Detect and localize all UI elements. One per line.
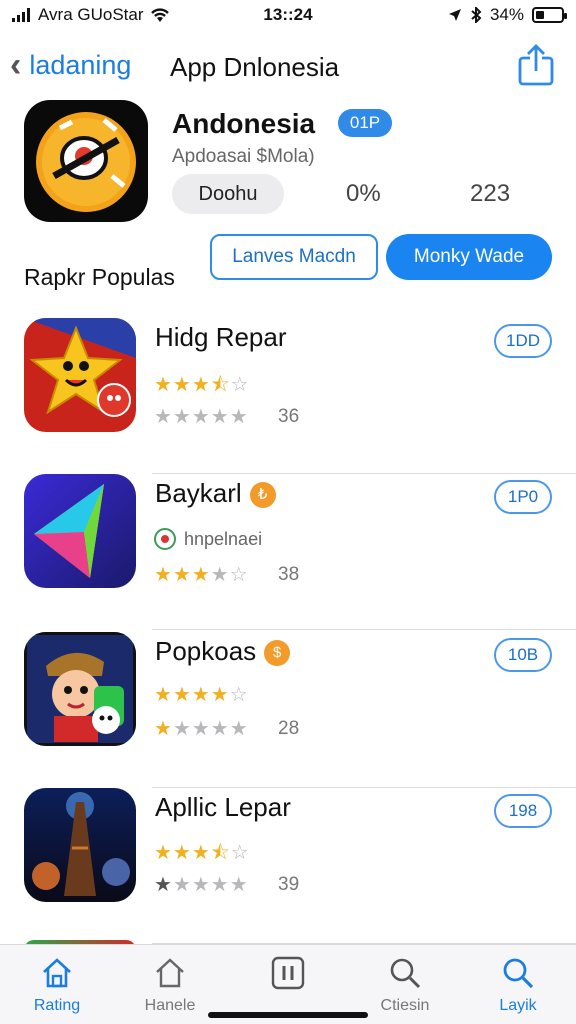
get-button[interactable]: 1P0 <box>494 480 552 514</box>
primary-action-button[interactable]: Monky Wade <box>386 234 552 280</box>
rating-stars: ★★★⯪☆ <box>154 374 250 396</box>
nav-bar: ‹ ladaning App Dnlonesia <box>0 38 576 94</box>
rating-count: 36 <box>278 406 300 427</box>
home-outline-icon <box>156 958 184 988</box>
chevron-left-icon: ‹ <box>10 46 22 84</box>
pause-icon <box>271 956 305 990</box>
tab-label: Rating <box>33 997 81 1014</box>
badge-icon: $ <box>264 640 291 667</box>
page-title: App Dnlonesia <box>170 52 340 82</box>
location-icon <box>448 9 461 21</box>
back-label: ladaning <box>29 50 132 80</box>
app-name: Hidg Repar <box>155 322 287 352</box>
get-button[interactable]: 10B <box>494 638 552 672</box>
tab-rating[interactable]: Rating <box>2 953 112 1015</box>
developer-info: hnpelnaei <box>154 528 262 550</box>
tab-middle[interactable] <box>233 953 343 997</box>
list-item[interactable]: Apllic Lepar 198 ★★★⯪☆ ★★★★★ 39 <box>0 788 576 944</box>
rating-stars: ★★★★☆ <box>154 684 249 706</box>
share-icon[interactable] <box>516 44 556 86</box>
get-button[interactable]: 198 <box>494 794 552 828</box>
get-button[interactable]: Doohu <box>172 174 284 214</box>
tower-icon <box>24 788 136 902</box>
developer-icon <box>154 528 176 550</box>
list-item[interactable]: Baykarl ₺ 1P0 hnpelnaei ★★★★☆ 38 <box>0 474 576 630</box>
rating-count: 38 <box>278 564 300 585</box>
get-button[interactable]: 1DD <box>494 324 552 358</box>
app-badge: 01P <box>338 109 392 137</box>
app-name: Baykarl ₺ <box>155 478 276 509</box>
list-item[interactable]: Popkoas $ 10B ★★★★☆ ★★★★★ 28 <box>0 632 576 788</box>
search-icon <box>390 958 421 989</box>
rating-stars: ★★★★★ <box>154 874 249 896</box>
battery-percent: 34% <box>489 5 524 24</box>
divider <box>152 629 576 630</box>
section-title: Rapkr Populas <box>24 264 175 290</box>
stat-count: 223 <box>470 180 511 207</box>
list-item[interactable]: Hidg Repar 1DD ★★★⯪☆ ★★★★★ 36 <box>0 318 576 474</box>
rating-stars: ★★★⯪☆ <box>154 842 250 864</box>
rating-count: 39 <box>278 874 300 895</box>
stat-percent: 0% <box>346 180 381 207</box>
back-button[interactable]: ‹ ladaning <box>10 46 131 85</box>
bluetooth-icon <box>471 7 482 23</box>
search-icon <box>503 958 534 989</box>
rating-stars: ★★★★★ <box>154 718 249 740</box>
tab-ctiesin[interactable]: Ctiesin <box>350 953 460 1015</box>
home-indicator <box>208 1012 368 1018</box>
battery-icon <box>532 7 567 23</box>
cartoon-character-icon <box>24 632 136 746</box>
tab-layik[interactable]: Layik <box>463 953 573 1015</box>
tab-label: Layik <box>499 997 537 1014</box>
app-name: Andonesia <box>172 108 316 139</box>
rating-count: 28 <box>278 718 300 739</box>
rating-stars: ★★★★☆ <box>154 564 249 586</box>
badge-icon: ₺ <box>249 482 276 509</box>
developer-name: hnpelnaei <box>184 528 263 549</box>
app-name: Apllic Lepar <box>155 792 291 822</box>
prism-icon <box>24 474 136 588</box>
tab-hanele[interactable]: Hanele <box>115 953 225 1015</box>
home-icon <box>43 958 71 988</box>
app-icon <box>24 100 148 222</box>
app-name: Popkoas $ <box>155 636 291 667</box>
app-subtitle: Apdoasai $Mola) <box>172 146 315 167</box>
rating-stars: ★★★★★ <box>154 406 249 428</box>
secondary-action-button[interactable]: Lanves Macdn <box>210 234 378 280</box>
status-bar: Avra GUoStar 13::24 34% <box>0 0 576 30</box>
star-character-icon <box>24 318 136 432</box>
